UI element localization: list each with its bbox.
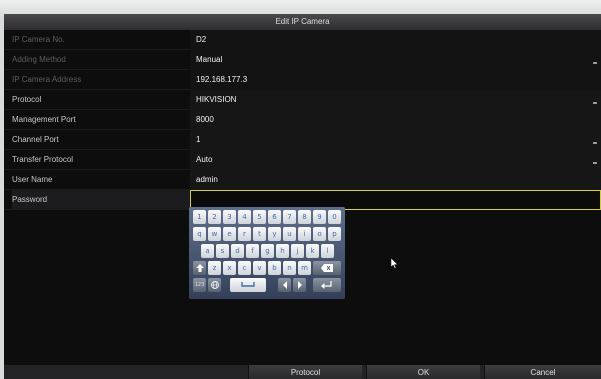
field-channel-port: Channel Port 1 (4, 130, 601, 150)
key-u[interactable]: u (283, 227, 296, 241)
key-k[interactable]: k (306, 244, 319, 258)
ip-address-field[interactable]: 192.168.177.3 (190, 70, 601, 90)
field-ip-address: IP Camera Address 192.168.177.3 (4, 70, 601, 90)
transfer-protocol-select[interactable]: Auto (190, 150, 601, 170)
key-l[interactable]: l (321, 244, 334, 258)
keyboard-row-bottom-letters: z x c v b n m (193, 261, 341, 276)
dropdown-arrow-icon[interactable] (593, 102, 597, 104)
key-5[interactable]: 5 (253, 210, 266, 224)
dropdown-arrow-icon[interactable] (593, 162, 597, 164)
key-p[interactable]: p (328, 227, 341, 241)
key-x[interactable]: x (223, 261, 236, 275)
user-name-field[interactable]: admin (190, 170, 601, 190)
field-label: Protocol (12, 95, 42, 104)
key-4[interactable]: 4 (238, 210, 251, 224)
on-screen-keyboard: 1 2 3 4 5 6 7 8 9 0 q w e r t y u i o p … (189, 207, 345, 299)
key-r[interactable]: r (238, 227, 251, 241)
key-a[interactable]: a (201, 244, 214, 258)
dvr-screen: Edit IP Camera IP Camera No. D2 Adding M… (4, 14, 601, 379)
management-port-field[interactable]: 8000 (190, 110, 601, 130)
key-m[interactable]: m (298, 261, 311, 275)
field-label: Transfer Protocol (12, 155, 74, 164)
key-n[interactable]: n (283, 261, 296, 275)
field-label: Channel Port (12, 135, 59, 144)
field-label: Password (12, 190, 190, 210)
protocol-button[interactable]: Protocol (248, 365, 362, 379)
dropdown-arrow-icon[interactable] (593, 142, 597, 144)
key-j[interactable]: j (291, 244, 304, 258)
shift-arrow-icon[interactable] (193, 261, 206, 275)
key-2[interactable]: 2 (208, 210, 221, 224)
field-protocol: Protocol HIKVISION (4, 90, 601, 110)
key-w[interactable]: w (208, 227, 221, 241)
key-o[interactable]: o (313, 227, 326, 241)
dialog-title: Edit IP Camera (4, 14, 601, 30)
field-label: IP Camera Address (12, 75, 82, 84)
enter-icon[interactable] (313, 278, 341, 292)
key-e[interactable]: e (223, 227, 236, 241)
key-q[interactable]: q (193, 227, 206, 241)
dropdown-arrow-icon[interactable] (593, 62, 597, 64)
camera-form: IP Camera No. D2 Adding Method Manual IP… (4, 30, 601, 210)
ok-button[interactable]: OK (366, 365, 480, 379)
backspace-icon[interactable] (313, 261, 341, 275)
key-8[interactable]: 8 (298, 210, 311, 224)
key-v[interactable]: v (253, 261, 266, 275)
key-c[interactable]: c (238, 261, 251, 275)
key-t[interactable]: t (253, 227, 266, 241)
field-label: Management Port (12, 115, 76, 124)
adding-method-select[interactable]: Manual (190, 50, 601, 70)
key-i[interactable]: i (298, 227, 311, 241)
key-0[interactable]: 0 (328, 210, 341, 224)
field-label: User Name (12, 175, 53, 184)
keyboard-row-controls: 123 (193, 278, 341, 293)
field-camera-no: IP Camera No. D2 (4, 30, 601, 50)
field-adding-method: Adding Method Manual (4, 50, 601, 70)
globe-icon[interactable] (208, 278, 221, 292)
keyboard-row-home: a s d f g h j k l (193, 244, 341, 259)
key-b[interactable]: b (268, 261, 281, 275)
mouse-pointer-icon (391, 258, 399, 269)
field-label: Adding Method (12, 55, 66, 64)
key-6[interactable]: 6 (268, 210, 281, 224)
dialog-button-bar: Protocol OK Cancel (4, 365, 601, 379)
field-label: IP Camera No. (12, 35, 65, 44)
key-z[interactable]: z (208, 261, 221, 275)
keyboard-row-digits: 1 2 3 4 5 6 7 8 9 0 (193, 210, 341, 225)
space-bar-icon[interactable] (230, 278, 266, 292)
mode-switch-key[interactable]: 123 (193, 278, 206, 292)
arrow-left-icon[interactable] (278, 278, 291, 292)
field-user-name: User Name admin (4, 170, 601, 190)
key-1[interactable]: 1 (193, 210, 206, 224)
field-management-port: Management Port 8000 (4, 110, 601, 130)
keyboard-row-qwerty: q w e r t y u i o p (193, 227, 341, 242)
key-y[interactable]: y (268, 227, 281, 241)
protocol-select[interactable]: HIKVISION (190, 90, 601, 110)
camera-no-field: D2 (190, 30, 601, 50)
arrow-right-icon[interactable] (293, 278, 306, 292)
key-9[interactable]: 9 (313, 210, 326, 224)
key-d[interactable]: d (231, 244, 244, 258)
key-s[interactable]: s (216, 244, 229, 258)
key-3[interactable]: 3 (223, 210, 236, 224)
field-transfer-protocol: Transfer Protocol Auto (4, 150, 601, 170)
cancel-button[interactable]: Cancel (484, 365, 601, 379)
key-g[interactable]: g (261, 244, 274, 258)
key-h[interactable]: h (276, 244, 289, 258)
key-f[interactable]: f (246, 244, 259, 258)
channel-port-select[interactable]: 1 (190, 130, 601, 150)
key-7[interactable]: 7 (283, 210, 296, 224)
